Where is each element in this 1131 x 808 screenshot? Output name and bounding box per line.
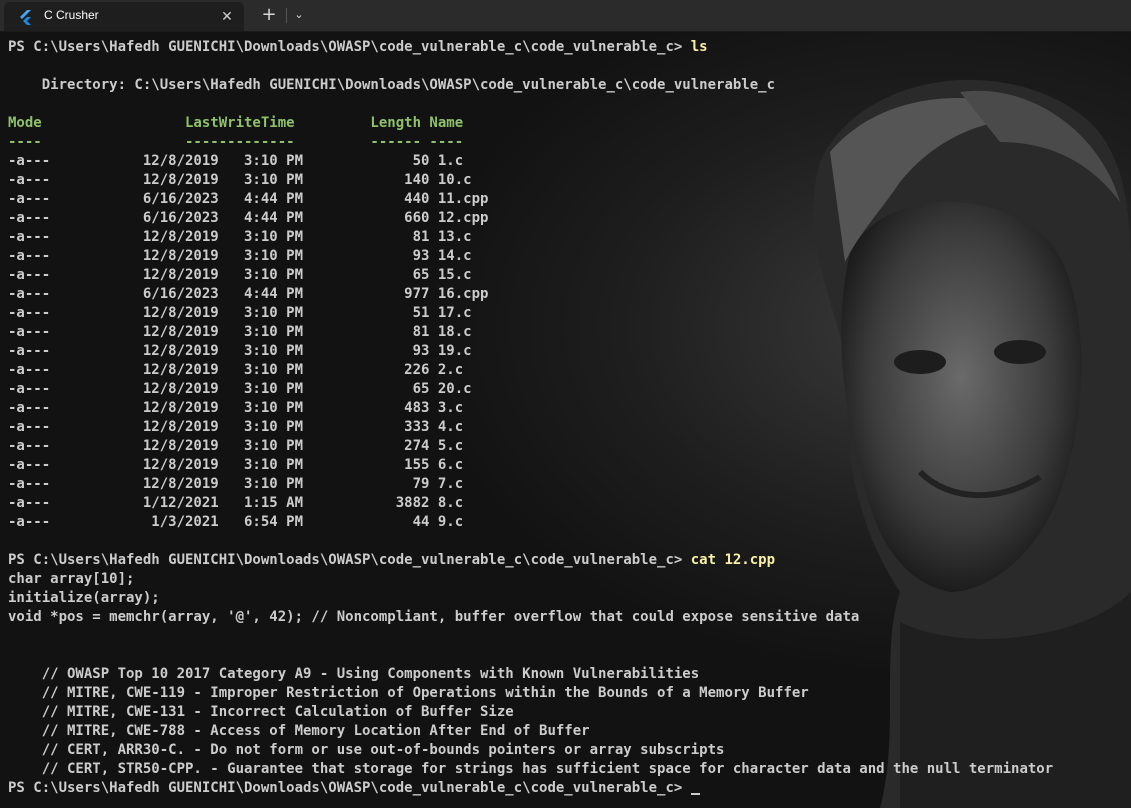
code-line: initialize(array); bbox=[8, 590, 160, 606]
code-line: char array[10]; bbox=[8, 571, 135, 587]
prompt-line: PS C:\Users\Hafedh GUENICHI\Downloads\OW… bbox=[8, 38, 1131, 57]
terminal-pane[interactable]: PS C:\Users\Hafedh GUENICHI\Downloads\OW… bbox=[0, 32, 1131, 808]
prompt-line: PS C:\Users\Hafedh GUENICHI\Downloads\OW… bbox=[8, 779, 1131, 798]
comment-line: // MITRE, CWE-119 - Improper Restriction… bbox=[8, 685, 809, 701]
file-row: -a--- 12/8/2019 3:10 PM 226 2.c bbox=[8, 362, 464, 378]
file-row: -a--- 12/8/2019 3:10 PM 65 20.c bbox=[8, 381, 472, 397]
comment-line: // MITRE, CWE-788 - Access of Memory Loc… bbox=[8, 723, 590, 739]
chevron-down-icon[interactable]: ⌄ bbox=[290, 5, 308, 25]
comment-line: // CERT, ARR30-C. - Do not form or use o… bbox=[8, 742, 725, 758]
file-row: -a--- 1/3/2021 6:54 PM 44 9.c bbox=[8, 514, 464, 530]
file-row: -a--- 12/8/2019 3:10 PM 51 17.c bbox=[8, 305, 472, 321]
file-row: -a--- 6/16/2023 4:44 PM 660 12.cpp bbox=[8, 210, 489, 226]
code-line: void *pos = memchr(array, '@', 42); // N… bbox=[8, 609, 860, 625]
file-row: -a--- 12/8/2019 3:10 PM 81 13.c bbox=[8, 229, 472, 245]
prompt-text: PS C:\Users\Hafedh GUENICHI\Downloads\OW… bbox=[8, 552, 691, 568]
file-row: -a--- 12/8/2019 3:10 PM 50 1.c bbox=[8, 153, 464, 169]
text-cursor bbox=[690, 793, 700, 795]
terminal-output: PS C:\Users\Hafedh GUENICHI\Downloads\OW… bbox=[8, 38, 1131, 798]
comment-line: // CERT, STR50-CPP. - Guarantee that sto… bbox=[8, 761, 1054, 777]
comment-line: // MITRE, CWE-131 - Incorrect Calculatio… bbox=[8, 704, 514, 720]
file-row: -a--- 12/8/2019 3:10 PM 79 7.c bbox=[8, 476, 464, 492]
file-row: -a--- 1/12/2021 1:15 AM 3882 8.c bbox=[8, 495, 464, 511]
prompt-text: PS C:\Users\Hafedh GUENICHI\Downloads\OW… bbox=[8, 780, 691, 796]
prompt-line: PS C:\Users\Hafedh GUENICHI\Downloads\OW… bbox=[8, 551, 1131, 570]
command-cat: cat 12.cpp bbox=[690, 552, 776, 568]
tab-divider bbox=[286, 8, 287, 23]
table-header: Mode LastWriteTime Length Name bbox=[8, 115, 464, 131]
file-row: -a--- 12/8/2019 3:10 PM 65 15.c bbox=[8, 267, 472, 283]
close-icon[interactable]: ✕ bbox=[218, 8, 236, 26]
file-row: -a--- 6/16/2023 4:44 PM 440 11.cpp bbox=[8, 191, 489, 207]
tab-bar: C Crusher ✕ + ⌄ bbox=[0, 0, 1131, 32]
file-row: -a--- 12/8/2019 3:10 PM 274 5.c bbox=[8, 438, 464, 454]
file-row: -a--- 12/8/2019 3:10 PM 483 3.c bbox=[8, 400, 464, 416]
terminal-app-icon bbox=[20, 10, 31, 25]
directory-line: Directory: C:\Users\Hafedh GUENICHI\Down… bbox=[8, 77, 776, 93]
file-row: -a--- 12/8/2019 3:10 PM 155 6.c bbox=[8, 457, 464, 473]
file-row: -a--- 12/8/2019 3:10 PM 93 14.c bbox=[8, 248, 472, 264]
file-row: -a--- 12/8/2019 3:10 PM 333 4.c bbox=[8, 419, 464, 435]
file-row: -a--- 12/8/2019 3:10 PM 93 19.c bbox=[8, 343, 472, 359]
file-row: -a--- 6/16/2023 4:44 PM 977 16.cpp bbox=[8, 286, 489, 302]
file-row: -a--- 12/8/2019 3:10 PM 81 18.c bbox=[8, 324, 472, 340]
command-ls: ls bbox=[690, 39, 708, 55]
comment-line: // OWASP Top 10 2017 Category A9 - Using… bbox=[8, 666, 700, 682]
tab-title: C Crusher bbox=[44, 8, 99, 22]
prompt-text: PS C:\Users\Hafedh GUENICHI\Downloads\OW… bbox=[8, 39, 691, 55]
file-row: -a--- 12/8/2019 3:10 PM 140 10.c bbox=[8, 172, 472, 188]
new-tab-button[interactable]: + bbox=[258, 5, 280, 25]
table-header-underline: ---- ------------- ------ ---- bbox=[8, 134, 464, 150]
tab-c-crusher[interactable]: C Crusher ✕ bbox=[4, 2, 244, 31]
